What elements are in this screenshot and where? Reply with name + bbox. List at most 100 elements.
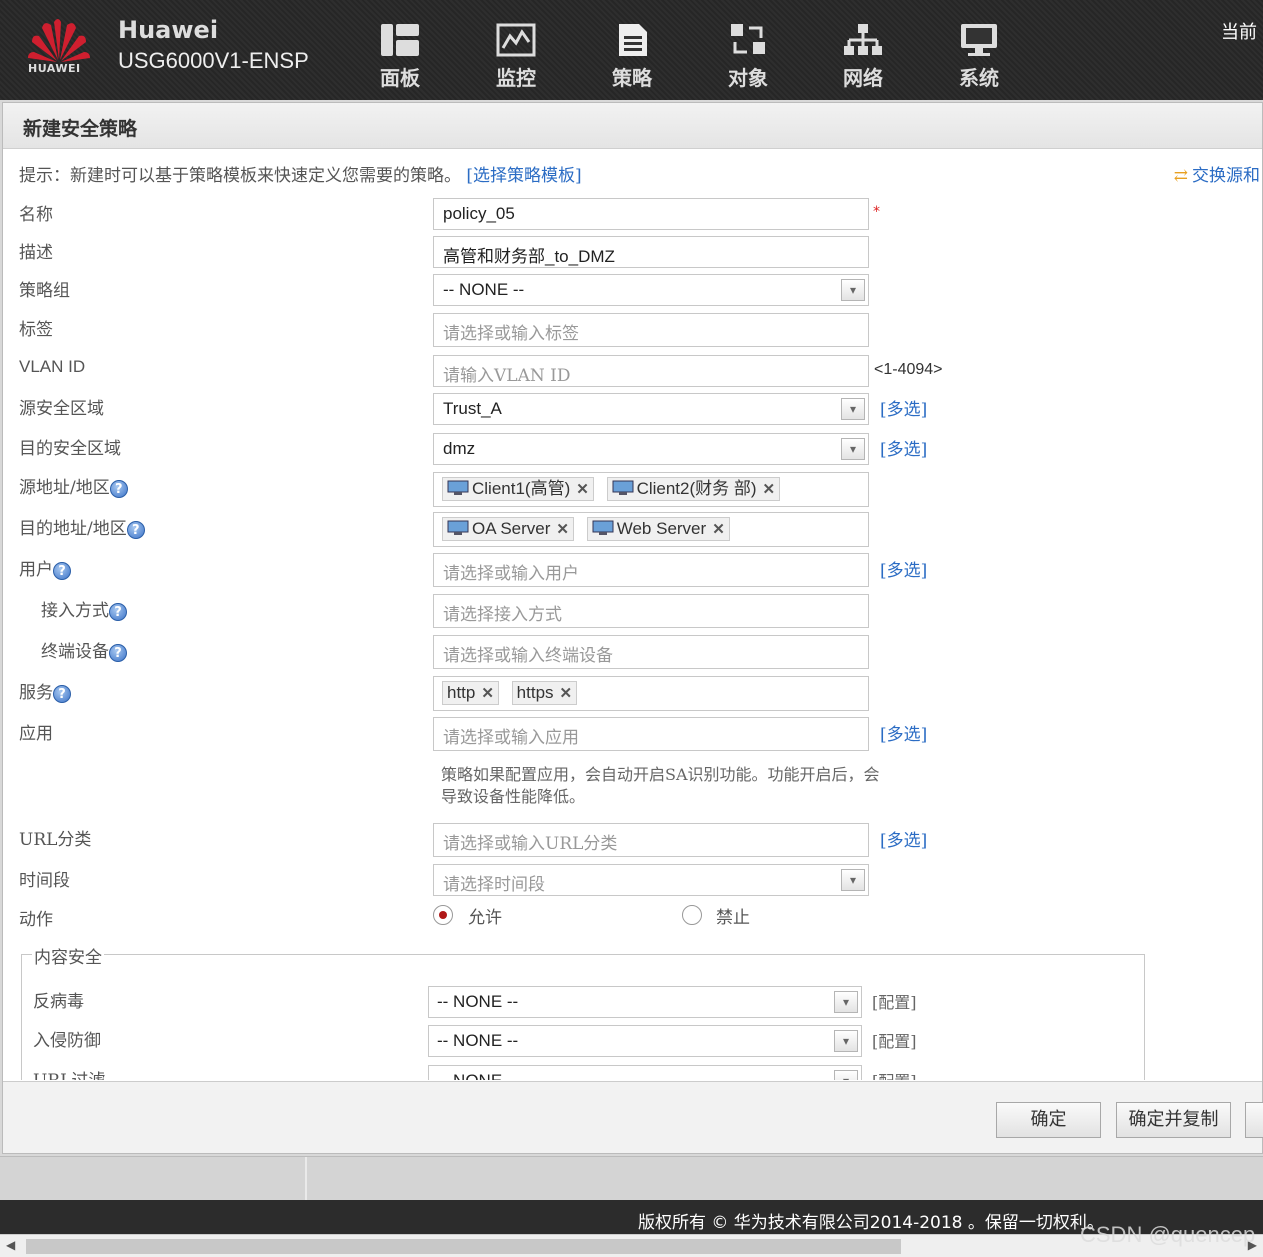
- help-icon[interactable]: ?: [53, 561, 71, 580]
- nav-object[interactable]: 对象: [708, 22, 788, 91]
- tip-message: 提示：新建时可以基于策略模板来快速定义您需要的策略。: [19, 166, 461, 186]
- chevron-down-icon[interactable]: ▾: [841, 438, 865, 460]
- remove-icon[interactable]: ✕: [556, 521, 569, 538]
- ok-button[interactable]: 确定: [996, 1102, 1101, 1138]
- network-icon: [844, 24, 882, 55]
- help-icon[interactable]: ?: [109, 602, 127, 621]
- nav-label: 监控: [496, 66, 536, 90]
- ips-label: 入侵防御: [33, 1031, 101, 1051]
- device-model: USG6000V1-ENSP: [118, 48, 309, 73]
- url-category-input[interactable]: 请选择或输入URL分类: [433, 823, 869, 857]
- nav-system[interactable]: 系统: [939, 22, 1019, 91]
- remove-icon[interactable]: ✕: [763, 481, 776, 498]
- ips-select[interactable]: -- NONE -- ▾: [428, 1025, 862, 1057]
- service-input[interactable]: http ✕ https ✕: [433, 676, 869, 711]
- src-addr-label-text: 源地址/地区: [19, 478, 110, 498]
- remove-icon[interactable]: ✕: [481, 685, 494, 702]
- cancel-button-partial[interactable]: [1245, 1102, 1263, 1138]
- remove-icon[interactable]: ✕: [560, 685, 573, 702]
- help-icon[interactable]: ?: [109, 479, 128, 498]
- chevron-down-icon[interactable]: ▾: [841, 398, 865, 420]
- user-input[interactable]: 请选择或输入用户: [433, 553, 869, 587]
- nav-label: 系统: [959, 66, 999, 90]
- help-icon[interactable]: ?: [126, 520, 145, 539]
- action-allow-radio[interactable]: [433, 905, 453, 925]
- url-category-label: URL分类: [19, 830, 92, 850]
- description-input[interactable]: 高管和财务部_to_DMZ: [433, 236, 869, 268]
- src-addr-input[interactable]: Client1(高管) ✕ Client2(财务 部) ✕: [433, 472, 869, 507]
- access-mode-label: 接入方式?: [41, 596, 127, 621]
- vlan-id-input[interactable]: 请输入VLAN ID: [433, 355, 869, 387]
- src-zone-multi-link[interactable]: [多选]: [880, 395, 927, 420]
- current-user-label[interactable]: 当前: [1221, 18, 1257, 44]
- time-range-select[interactable]: 请选择时间段 ▾: [433, 864, 869, 896]
- chevron-down-icon[interactable]: ▾: [841, 279, 865, 301]
- application-note: 策略如果配置应用，会自动开启SA识别功能。功能开启后，会导致设备性能降低。: [441, 765, 880, 806]
- terminal-input[interactable]: 请选择或输入终端设备: [433, 635, 869, 669]
- policy-group-select[interactable]: -- NONE -- ▾: [433, 274, 869, 306]
- select-template-link[interactable]: [选择策略模板]: [466, 166, 581, 186]
- nav-dashboard[interactable]: 面板: [360, 22, 440, 91]
- src-zone-select[interactable]: Trust_A ▾: [433, 393, 869, 425]
- action-label: 动作: [19, 910, 53, 930]
- action-deny-radio[interactable]: [682, 905, 702, 925]
- application-input[interactable]: 请选择或输入应用: [433, 717, 869, 751]
- url-category-multi-link[interactable]: [多选]: [880, 826, 927, 851]
- status-divider: [305, 1157, 307, 1201]
- remove-icon[interactable]: ✕: [576, 481, 589, 498]
- policy-group-value: -- NONE --: [443, 280, 525, 299]
- tag-label: Web Server: [616, 519, 707, 538]
- swap-label: 交换源和: [1192, 166, 1260, 186]
- nav-network[interactable]: 网络: [823, 22, 903, 91]
- time-range-label: 时间段: [19, 871, 70, 891]
- tag-label: 标签: [19, 320, 53, 340]
- access-mode-input[interactable]: 请选择接入方式: [433, 594, 869, 628]
- copyright-text: 版权所有 © 华为技术有限公司2014-2018 。保留一切权利。: [638, 1213, 1104, 1233]
- computer-icon: [447, 480, 469, 495]
- dst-zone-multi-link[interactable]: [多选]: [880, 435, 927, 460]
- chevron-down-icon[interactable]: ▾: [834, 1070, 858, 1080]
- swap-src-dst-link[interactable]: ⇄ 交换源和: [1174, 161, 1260, 186]
- help-icon[interactable]: ?: [109, 643, 127, 662]
- antivirus-config-link[interactable]: [配置]: [872, 989, 917, 1013]
- url-filter-select[interactable]: -- NONE -- ▾: [428, 1065, 862, 1080]
- dst-addr-label-text: 目的地址/地区: [19, 519, 127, 539]
- tip-text: 提示：新建时可以基于策略模板来快速定义您需要的策略。 [选择策略模板]: [19, 161, 582, 186]
- chevron-down-icon[interactable]: ▾: [841, 869, 865, 891]
- system-icon: [961, 24, 997, 56]
- dialog-button-bar: 确定 确定并复制: [3, 1081, 1263, 1153]
- computer-icon: [447, 520, 469, 535]
- tag-label: Client1(高管): [472, 479, 571, 498]
- dst-addr-input[interactable]: OA Server ✕ Web Server ✕: [433, 512, 869, 547]
- chevron-down-icon[interactable]: ▾: [834, 991, 858, 1013]
- antivirus-select[interactable]: -- NONE -- ▾: [428, 986, 862, 1018]
- application-multi-link[interactable]: [多选]: [880, 720, 927, 745]
- dst-addr-label: 目的地址/地区?: [19, 514, 145, 539]
- src-addr-tag: Client1(高管) ✕: [442, 477, 594, 501]
- remove-icon[interactable]: ✕: [712, 521, 725, 538]
- service-label: 服务?: [19, 678, 71, 703]
- src-addr-label: 源地址/地区?: [19, 473, 128, 498]
- name-input[interactable]: policy_05: [433, 198, 869, 230]
- ips-config-link[interactable]: [配置]: [872, 1028, 917, 1052]
- dst-zone-label: 目的安全区域: [19, 439, 121, 459]
- tag-input[interactable]: 请选择或输入标签: [433, 313, 869, 347]
- src-zone-value: Trust_A: [443, 399, 502, 418]
- ok-and-copy-button[interactable]: 确定并复制: [1116, 1102, 1231, 1138]
- scroll-left-icon[interactable]: ◀: [6, 1238, 15, 1252]
- nav-monitor[interactable]: 监控: [476, 22, 556, 91]
- form-area[interactable]: 提示：新建时可以基于策略模板来快速定义您需要的策略。 [选择策略模板] ⇄ 交换源…: [3, 150, 1262, 1080]
- nav-policy[interactable]: 策略: [592, 22, 672, 91]
- chevron-down-icon[interactable]: ▾: [834, 1030, 858, 1052]
- nav-label: 网络: [843, 66, 883, 90]
- policy-group-label: 策略组: [19, 281, 70, 301]
- user-multi-link[interactable]: [多选]: [880, 556, 927, 581]
- help-icon[interactable]: ?: [53, 684, 71, 703]
- dst-addr-tag: OA Server ✕: [442, 517, 574, 541]
- horizontal-scrollbar[interactable]: ◀ ▶: [0, 1234, 1263, 1257]
- policy-icon: [619, 24, 647, 56]
- url-filter-config-link[interactable]: [配置]: [872, 1068, 917, 1080]
- dst-zone-value: dmz: [443, 439, 476, 458]
- dst-zone-select[interactable]: dmz ▾: [433, 433, 869, 465]
- scrollbar-thumb[interactable]: [26, 1239, 901, 1254]
